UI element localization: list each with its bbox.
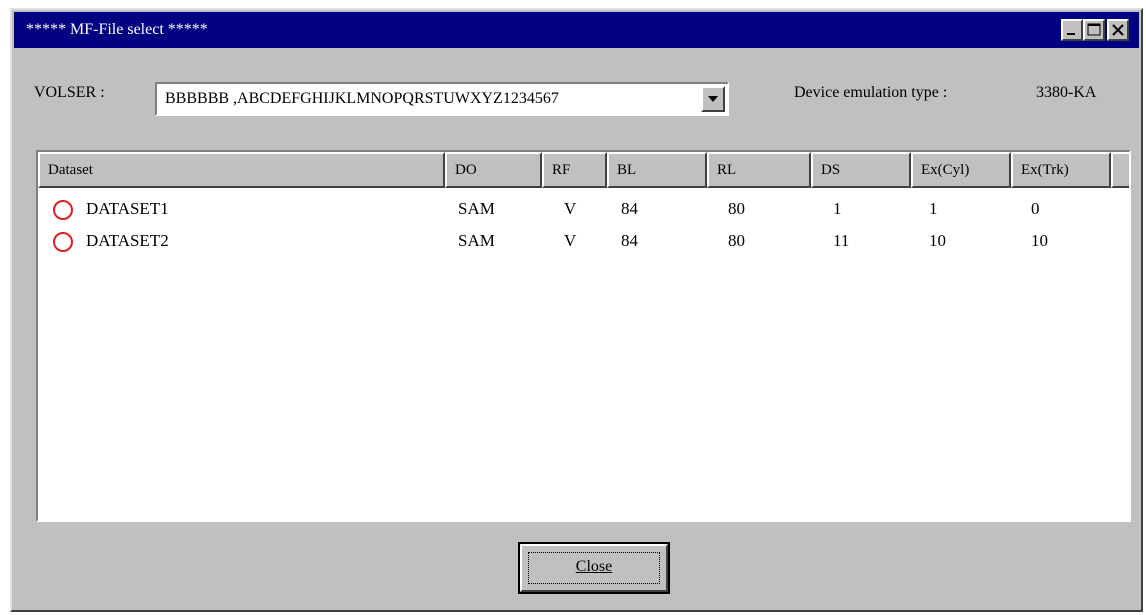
column-header-filler [1111,152,1129,188]
cell-do: SAM [458,231,495,250]
column-header-ex-trk[interactable]: Ex(Trk) [1011,152,1111,188]
chevron-down-icon [708,96,718,102]
cell-rf: V [564,199,577,218]
column-header-do[interactable]: DO [445,152,542,188]
volser-dropdown-button[interactable] [701,86,725,112]
close-button[interactable]: Close [518,542,670,594]
status-circle-icon [53,232,73,252]
cell-rf: V [564,231,577,250]
list-header: Dataset DO RF BL RL DS Ex(Cyl) Ex(Trk) [38,152,1129,188]
device-emulation-label: Device emulation type : [794,84,948,101]
close-button-text: Close [575,558,613,575]
column-header-ex-cyl[interactable]: Ex(Cyl) [911,152,1011,188]
maximize-button[interactable] [1083,19,1105,41]
title-bar[interactable]: ***** MF-File select ***** [14,12,1139,48]
cell-bl: 84 [621,231,638,250]
column-header-bl[interactable]: BL [607,152,707,188]
table-row[interactable]: DATASET1 SAM V 84 80 1 1 0 [38,194,1129,224]
dataset-list[interactable]: Dataset DO RF BL RL DS Ex(Cyl) Ex(Trk) D… [36,150,1131,522]
close-window-button[interactable] [1107,19,1129,41]
column-header-dataset[interactable]: Dataset [38,152,445,188]
cell-ex-cyl: 10 [929,231,946,250]
volser-combobox[interactable]: BBBBBB ,ABCDEFGHIJKLMNOPQRSTUWXYZ1234567 [155,82,729,116]
mf-file-select-window: ***** MF-File select ***** VOLSER : BBBB… [10,8,1143,612]
cell-ds: 1 [833,199,842,218]
cell-ex-trk: 10 [1031,231,1048,250]
dataset-name: DATASET2 [86,231,169,250]
column-header-ds[interactable]: DS [811,152,911,188]
cell-rl: 80 [728,199,745,218]
cell-rl: 80 [728,231,745,250]
column-header-rf[interactable]: RF [542,152,607,188]
minimize-button[interactable] [1061,19,1083,41]
maximize-icon [1087,23,1101,36]
status-circle-icon [53,200,73,220]
device-emulation-value: 3380-KA [1036,84,1097,101]
cell-ex-cyl: 1 [929,199,938,218]
cell-do: SAM [458,199,495,218]
cell-ds: 11 [833,231,850,250]
volser-value: BBBBBB ,ABCDEFGHIJKLMNOPQRSTUWXYZ1234567 [165,90,559,107]
cell-ex-trk: 0 [1031,199,1040,218]
cell-bl: 84 [621,199,638,218]
dataset-name: DATASET1 [86,199,169,218]
minimize-icon [1067,33,1075,35]
table-row[interactable]: DATASET2 SAM V 84 80 11 10 10 [38,226,1129,256]
column-header-rl[interactable]: RL [707,152,811,188]
volser-label: VOLSER : [34,84,105,101]
close-icon [1112,24,1124,36]
close-button-bevel: Close [520,544,668,592]
close-button-label: Close [522,558,666,576]
window-title: ***** MF-File select ***** [26,21,208,38]
